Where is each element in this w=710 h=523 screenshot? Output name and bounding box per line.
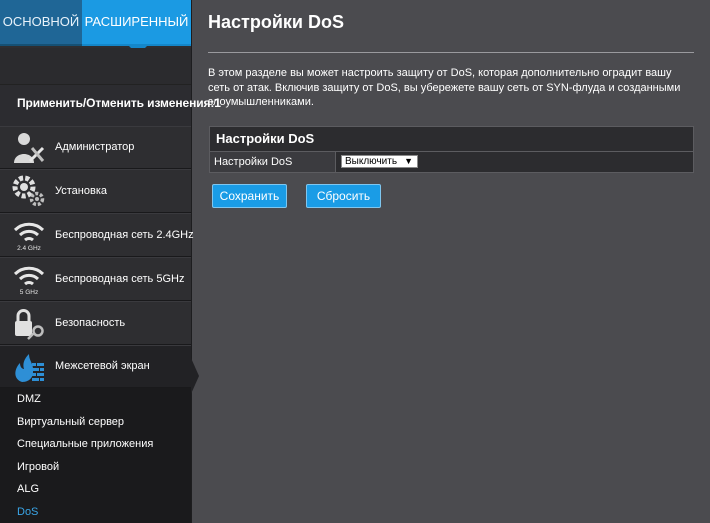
lock-key-icon [15, 309, 44, 340]
active-item-arrow [191, 358, 199, 394]
dos-setting-label: Настройки DoS [210, 152, 336, 172]
sidebar-item-security[interactable]: Безопасность [0, 301, 191, 345]
dos-setting-value-cell: Выключить ▼ [336, 152, 693, 172]
sidebar-item-label: Администратор [55, 141, 135, 153]
submenu-item-dmz[interactable]: DMZ [17, 393, 41, 405]
sidebar-item-label: Безопасность [55, 317, 126, 329]
sidebar-item-label: Беспроводная сеть 5GHz [55, 273, 185, 285]
tab-basic[interactable]: ОСНОВНОЙ [0, 0, 82, 46]
firewall-icon [15, 354, 44, 382]
save-button[interactable]: Сохранить [212, 184, 287, 208]
submenu-item-alg[interactable]: ALG [17, 483, 39, 495]
page-description: В этом разделе вы может настроить защиту… [208, 67, 681, 109]
firewall-submenu: DMZ Виртуальный сервер Специальные прило… [0, 388, 191, 523]
band-badge: 5 GHz [20, 289, 38, 296]
main-content: Настройки DoS В этом разделе вы может на… [200, 0, 710, 523]
submenu-item-dos[interactable]: DoS [17, 506, 38, 518]
sidebar: ОСНОВНОЙ РАСШИРЕННЫЙ Применить/Отменить … [0, 0, 221, 523]
sidebar-item-label: Беспроводная сеть 2.4GHz [55, 229, 194, 241]
dos-mode-select[interactable]: Выключить ▼ [341, 155, 418, 168]
admin-tools-icon [14, 133, 45, 163]
submenu-item-special-apps[interactable]: Специальные приложения [17, 438, 153, 450]
gears-icon [12, 175, 45, 207]
mode-tabs: ОСНОВНОЙ РАСШИРЕННЫЙ [0, 0, 191, 55]
apply-changes-row[interactable]: Применить/Отменить изменения:1 [0, 85, 221, 127]
dropdown-caret-icon: ▼ [404, 156, 413, 166]
apply-changes-label[interactable]: Применить/Отменить изменения:1 [17, 96, 221, 110]
sidebar-item-firewall[interactable]: Межсетевой экран [0, 345, 199, 394]
dos-mode-selected-value: Выключить [345, 156, 398, 167]
wifi-icon: 2.4 GHz [13, 222, 45, 252]
sidebar-item-wireless-5[interactable]: 5 GHz Беспроводная сеть 5GHz [0, 257, 191, 301]
sidebar-item-admin[interactable]: Администратор [0, 126, 191, 169]
dos-settings-panel: Настройки DoS Настройки DoS Выключить ▼ [209, 126, 694, 173]
panel-title: Настройки DoS [209, 126, 694, 152]
submenu-item-gaming[interactable]: Игровой [17, 461, 59, 473]
tab-advanced[interactable]: РАСШИРЕННЫЙ [82, 0, 191, 55]
submenu-item-virtual-server[interactable]: Виртуальный сервер [17, 416, 124, 428]
tab-advanced-label: РАСШИРЕННЫЙ [84, 14, 189, 29]
sidebar-item-label: Межсетевой экран [55, 360, 150, 372]
band-badge: 2.4 GHz [17, 245, 41, 252]
reset-button[interactable]: Сбросить [306, 184, 381, 208]
page-title: Настройки DoS [208, 12, 344, 32]
dos-setting-row: Настройки DoS Выключить ▼ [209, 152, 694, 173]
sidebar-item-wireless-24[interactable]: 2.4 GHz Беспроводная сеть 2.4GHz [0, 213, 194, 257]
sidebar-item-setup[interactable]: Установка [0, 169, 191, 213]
sidebar-item-label: Установка [55, 185, 107, 197]
wifi-icon: 5 GHz [13, 266, 45, 296]
sidebar-spacer [0, 48, 191, 85]
title-divider [208, 52, 694, 53]
